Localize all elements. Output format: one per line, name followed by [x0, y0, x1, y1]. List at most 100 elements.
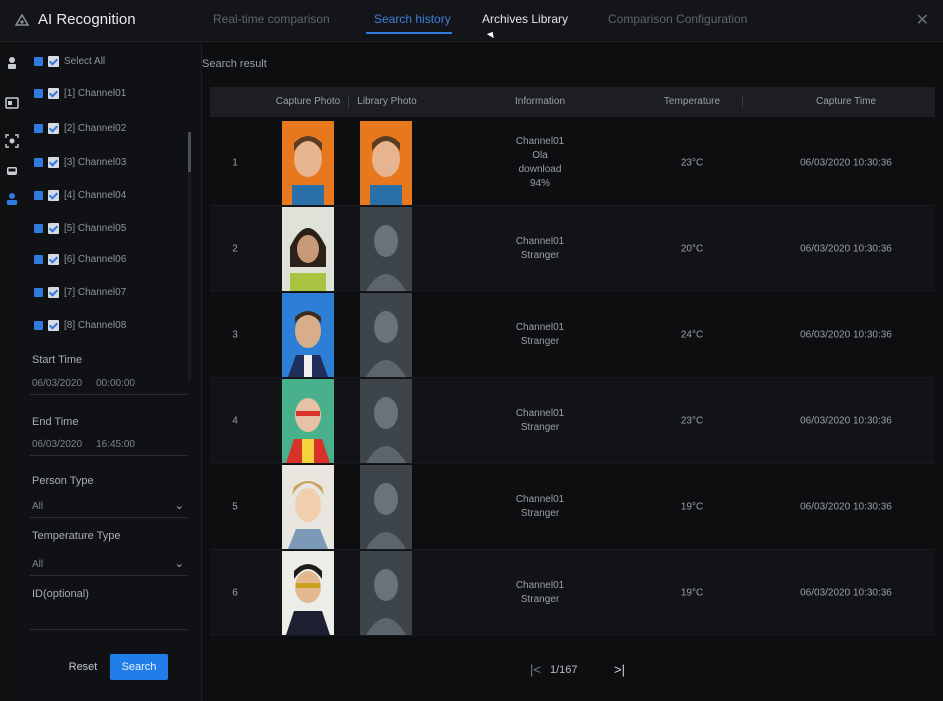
info-channel: Channel01: [515, 322, 565, 333]
table-row[interactable]: 4 Channel01 Stranger 23°C 06/03/2020 10:…: [210, 378, 935, 464]
row-capture-time: 06/03/2020 10:30:36: [800, 157, 892, 169]
checkbox-square: [34, 223, 43, 233]
row-information: Channel01 Stranger: [516, 407, 564, 435]
library-photo[interactable]: [360, 293, 412, 377]
library-photo[interactable]: [360, 121, 412, 205]
select-all-checkbox[interactable]: Select All: [34, 53, 105, 69]
chevron-down-icon: ⌄: [174, 558, 184, 570]
end-clock-value: 16:45:00: [96, 439, 135, 450]
info-channel: Channel01: [515, 580, 565, 591]
row-index: 3: [232, 329, 238, 341]
channel-label: [1] Channel01: [64, 87, 127, 99]
channel-label: [3] Channel03: [64, 156, 127, 168]
chevron-down-icon: ⌄: [174, 500, 184, 512]
checkbox-checked-icon: [48, 55, 59, 67]
reset-button[interactable]: Reset: [56, 654, 110, 680]
table-row[interactable]: 2 Channel01 Stranger 20°C 06/03/2020 10:…: [210, 206, 935, 292]
channel-label: [8] Channel08: [64, 319, 127, 331]
row-index: 5: [232, 501, 238, 513]
column-header-library-photo: Library Photo: [357, 96, 417, 107]
ai-logo-icon: [14, 13, 30, 26]
row-capture-time: 06/03/2020 10:30:36: [800, 243, 892, 255]
info-similarity: 94%: [529, 178, 550, 189]
id-optional-input[interactable]: [30, 608, 188, 630]
capture-photo[interactable]: [282, 379, 334, 463]
checkbox-checked-icon: [48, 319, 59, 331]
library-photo[interactable]: [360, 465, 412, 549]
pagination: |< 1/167 >|: [202, 662, 943, 682]
channel-checkbox-5[interactable]: [5] Channel05: [34, 220, 126, 236]
tab-search-history[interactable]: Search history: [374, 12, 451, 26]
tab-comparison-configuration[interactable]: Comparison Configuration: [608, 12, 747, 26]
checkbox-square: [34, 320, 43, 330]
last-page-icon[interactable]: >|: [614, 662, 625, 677]
channel-checkbox-6[interactable]: [6] Channel06: [34, 251, 126, 267]
column-separator: [348, 96, 349, 108]
row-temperature: 24°C: [680, 329, 704, 341]
checkbox-square: [34, 157, 43, 167]
channel-checkbox-1[interactable]: [1] Channel01: [34, 85, 126, 101]
first-page-icon[interactable]: |<: [530, 662, 541, 677]
channel-checkbox-4[interactable]: [4] Channel04: [34, 187, 126, 203]
row-information: Channel01 Stranger: [516, 235, 564, 263]
checkbox-checked-icon: [48, 189, 59, 201]
capture-photo[interactable]: [282, 465, 334, 549]
library-photo[interactable]: [360, 379, 412, 463]
capture-photo[interactable]: [282, 293, 334, 377]
table-row[interactable]: 5 Channel01 Stranger 19°C 06/03/2020 10:…: [210, 464, 935, 550]
end-time-input[interactable]: 06/03/2020 16:45:00: [30, 434, 188, 456]
vehicle-icon[interactable]: [5, 164, 19, 178]
active-tab-indicator: [366, 32, 452, 34]
info-library: download: [518, 164, 562, 175]
channel-checkbox-7[interactable]: [7] Channel07: [34, 284, 126, 300]
channel-checkbox-2[interactable]: [2] Channel02: [34, 120, 126, 136]
row-capture-time: 06/03/2020 10:30:36: [800, 415, 892, 427]
library-photo[interactable]: [360, 551, 412, 635]
channel-label: [2] Channel02: [64, 122, 127, 134]
row-index: 4: [232, 415, 238, 427]
face-scan-icon[interactable]: [5, 134, 19, 148]
tab-real-time-comparison[interactable]: Real-time comparison: [213, 12, 330, 26]
column-header-capture-time: Capture Time: [815, 96, 877, 107]
capture-photo[interactable]: [282, 121, 334, 205]
checkbox-checked-icon: [48, 122, 59, 134]
capture-photo[interactable]: [282, 207, 334, 291]
row-index: 2: [232, 243, 238, 255]
start-time-input[interactable]: 06/03/2020 00:00:00: [30, 373, 188, 395]
person-type-select[interactable]: All ⌄: [30, 496, 188, 518]
checkbox-square: [34, 287, 43, 297]
face-search-icon[interactable]: [5, 192, 19, 206]
column-header-temperature: Temperature: [663, 96, 721, 107]
table-row[interactable]: 1 Channel01 Ola download 94% 23°C 06/03/…: [210, 120, 935, 206]
row-temperature: 19°C: [680, 587, 704, 599]
tab-archives-library[interactable]: Archives Library: [482, 12, 568, 26]
app-title: AI Recognition: [38, 11, 136, 28]
row-temperature: 20°C: [680, 243, 704, 255]
column-header-capture-photo: Capture Photo: [275, 96, 341, 107]
info-name: Stranger: [520, 250, 560, 261]
channel-checkbox-3[interactable]: [3] Channel03: [34, 154, 126, 170]
temperature-type-label: Temperature Type: [32, 530, 121, 542]
checkbox-checked-icon: [48, 286, 59, 298]
info-channel: Channel01: [515, 494, 565, 505]
end-time-label: End Time: [32, 416, 79, 428]
id-card-icon[interactable]: [5, 96, 19, 110]
table-row[interactable]: 6 Channel01 Stranger 19°C 06/03/2020 10:…: [210, 550, 935, 636]
person-icon[interactable]: [5, 56, 19, 70]
checkbox-checked-icon: [48, 222, 59, 234]
table-row[interactable]: 3 Channel01 Stranger 24°C 06/03/2020 10:…: [210, 292, 935, 378]
search-button[interactable]: Search: [110, 654, 168, 680]
library-photo[interactable]: [360, 207, 412, 291]
info-channel: Channel01: [515, 136, 565, 147]
column-separator: [742, 96, 743, 108]
row-temperature: 19°C: [680, 501, 704, 513]
channel-label: [4] Channel04: [64, 189, 127, 201]
close-icon[interactable]: ✕: [916, 10, 929, 30]
channel-checkbox-8[interactable]: [8] Channel08: [34, 317, 126, 333]
channel-list-scroll-thumb[interactable]: [188, 132, 191, 172]
capture-photo[interactable]: [282, 551, 334, 635]
info-name: Stranger: [520, 508, 560, 519]
row-index: 1: [232, 157, 238, 169]
temperature-type-select[interactable]: All ⌄: [30, 554, 188, 576]
channel-label: [5] Channel05: [64, 222, 127, 234]
